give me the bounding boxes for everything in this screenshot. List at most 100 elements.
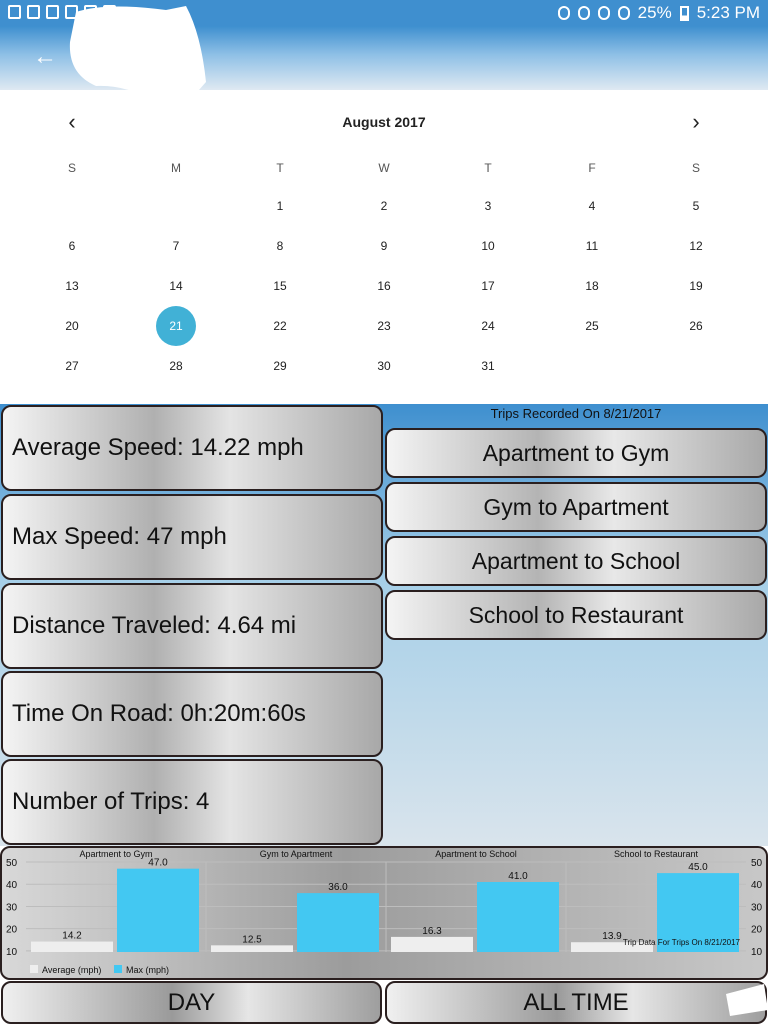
calendar-day[interactable]: 12 bbox=[676, 226, 716, 266]
weekday-header: T bbox=[276, 161, 284, 175]
calendar-day[interactable]: 18 bbox=[572, 266, 612, 306]
calendar-day[interactable]: 2 bbox=[364, 186, 404, 226]
calendar-day[interactable]: 31 bbox=[468, 346, 508, 386]
back-arrow-icon[interactable]: ← bbox=[30, 42, 60, 72]
calendar-day[interactable]: 8 bbox=[260, 226, 300, 266]
trips-title: Trips Recorded On 8/21/2017 bbox=[490, 406, 662, 421]
calendar-day[interactable]: 11 bbox=[572, 226, 612, 266]
mute-icon bbox=[577, 6, 590, 20]
trip-bar-chart: 10 10 20 20 30 30 40 40 50 50 Apartment to Gym 14.2… bbox=[6, 849, 763, 975]
y-tick-left: 40 bbox=[6, 880, 18, 891]
category-label: Apartment to School bbox=[435, 849, 517, 859]
weekday-header: S bbox=[691, 161, 700, 175]
calendar-day[interactable]: 10 bbox=[468, 226, 508, 266]
calendar-day[interactable]: 15 bbox=[260, 266, 300, 306]
youtube-icon bbox=[8, 5, 21, 19]
category-label: Gym to Apartment bbox=[260, 849, 333, 859]
trip-apartment-to-gym-button[interactable]: Apartment to Gym bbox=[385, 428, 767, 478]
calendar-day[interactable]: 16 bbox=[364, 266, 404, 306]
image-icon bbox=[46, 5, 59, 19]
calendar-day[interactable]: 13 bbox=[52, 266, 92, 306]
chart-description: Trip Data For Trips On 8/21/2017 bbox=[623, 938, 741, 947]
calendar-day[interactable]: 30 bbox=[364, 346, 404, 386]
clock: 5:23 PM bbox=[696, 3, 760, 22]
distance-label: Distance Traveled: 4.64 mi bbox=[12, 612, 297, 639]
calendar-month-title: August 2017 bbox=[342, 114, 426, 130]
calendar-day[interactable]: 9 bbox=[364, 226, 404, 266]
calendar-day-selected[interactable]: 21 bbox=[156, 306, 196, 346]
calendar-day[interactable]: 19 bbox=[676, 266, 716, 306]
calendar-day[interactable]: 26 bbox=[676, 306, 716, 346]
number-of-trips-box: Number of Trips: 4 bbox=[1, 759, 383, 845]
bar-value-label: 36.0 bbox=[328, 882, 348, 893]
max-speed-label: Max Speed: 47 mph bbox=[12, 523, 227, 550]
trip-apartment-to-school-button[interactable]: Apartment to School bbox=[385, 536, 767, 586]
bar-value-label: 14.2 bbox=[62, 931, 82, 942]
calendar-day[interactable]: 22 bbox=[260, 306, 300, 346]
calendar-day[interactable]: 20 bbox=[52, 306, 92, 346]
bar-value-label: 45.0 bbox=[688, 862, 708, 873]
bar-value-label: 13.9 bbox=[602, 931, 622, 942]
y-tick-left: 50 bbox=[6, 858, 18, 869]
legend-label: Average (mph) bbox=[42, 965, 101, 975]
trip-gym-to-apartment-button[interactable]: Gym to Apartment bbox=[385, 482, 767, 532]
bar-value-label: 16.3 bbox=[422, 926, 442, 937]
category-label: Apartment to Gym bbox=[79, 849, 152, 859]
alarm-icon bbox=[597, 6, 610, 20]
calendar-day[interactable]: 5 bbox=[676, 186, 716, 226]
y-tick-left: 10 bbox=[6, 947, 18, 958]
weekday-header: T bbox=[484, 161, 492, 175]
bar-max bbox=[477, 882, 559, 952]
legend-swatch bbox=[30, 965, 38, 973]
calendar-day[interactable]: 25 bbox=[572, 306, 612, 346]
y-tick-left: 30 bbox=[6, 902, 18, 913]
bar-average bbox=[211, 945, 293, 952]
location-icon bbox=[557, 6, 570, 20]
max-speed-box: Max Speed: 47 mph bbox=[1, 494, 383, 580]
average-speed-label: Average Speed: 14.22 mph bbox=[12, 434, 304, 461]
legend-label: Max (mph) bbox=[126, 965, 169, 975]
calendar-day[interactable]: 14 bbox=[156, 266, 196, 306]
calendar-day[interactable]: 7 bbox=[156, 226, 196, 266]
average-speed-box: Average Speed: 14.22 mph bbox=[1, 405, 383, 491]
time-on-road-label: Time On Road: 0h:20m:60s bbox=[12, 700, 306, 727]
trip-chart: 10 10 20 20 30 30 40 40 50 50 Apartment to Gym 14.2… bbox=[0, 846, 768, 980]
bar-average bbox=[31, 941, 113, 952]
weekday-header: M bbox=[171, 161, 181, 175]
calendar-day[interactable]: 17 bbox=[468, 266, 508, 306]
calendar-day[interactable]: 6 bbox=[52, 226, 92, 266]
trip-school-to-restaurant-button[interactable]: School to Restaurant bbox=[385, 590, 767, 640]
calendar-day[interactable]: 27 bbox=[52, 346, 92, 386]
y-tick-right: 50 bbox=[751, 858, 763, 869]
y-tick-left: 20 bbox=[6, 925, 18, 936]
bar-value-label: 12.5 bbox=[242, 934, 262, 945]
accessibility-icon bbox=[27, 5, 40, 19]
calendar-day[interactable]: 29 bbox=[260, 346, 300, 386]
calendar-day[interactable]: 23 bbox=[364, 306, 404, 346]
bar-max bbox=[117, 868, 199, 952]
calendar-day[interactable]: 4 bbox=[572, 186, 612, 226]
bar-value-label: 41.0 bbox=[508, 871, 528, 882]
weekday-header: F bbox=[588, 161, 596, 175]
y-tick-right: 10 bbox=[751, 947, 763, 958]
calendar-day[interactable]: 3 bbox=[468, 186, 508, 226]
legend-swatch bbox=[114, 965, 122, 973]
day-button[interactable]: DAY bbox=[1, 981, 382, 1024]
y-tick-right: 40 bbox=[751, 880, 763, 891]
time-on-road-box: Time On Road: 0h:20m:60s bbox=[1, 671, 383, 757]
weekday-header: W bbox=[378, 161, 390, 175]
calendar-day[interactable]: 24 bbox=[468, 306, 508, 346]
bar-max bbox=[297, 893, 379, 952]
redaction-blob bbox=[69, 6, 206, 116]
all-time-button[interactable]: ALL TIME bbox=[385, 981, 767, 1024]
bar-value-label: 47.0 bbox=[148, 858, 168, 869]
chevron-right-icon[interactable]: › bbox=[681, 110, 711, 134]
calendar-day[interactable]: 1 bbox=[260, 186, 300, 226]
weekday-header: S bbox=[67, 161, 76, 175]
wifi-icon bbox=[617, 6, 630, 20]
battery-percent: 25% bbox=[637, 3, 672, 22]
category-label: School to Restaurant bbox=[614, 849, 699, 859]
calendar-day[interactable]: 28 bbox=[156, 346, 196, 386]
system-status: 25% 5:23 PM bbox=[557, 3, 760, 23]
y-tick-right: 20 bbox=[751, 925, 763, 936]
